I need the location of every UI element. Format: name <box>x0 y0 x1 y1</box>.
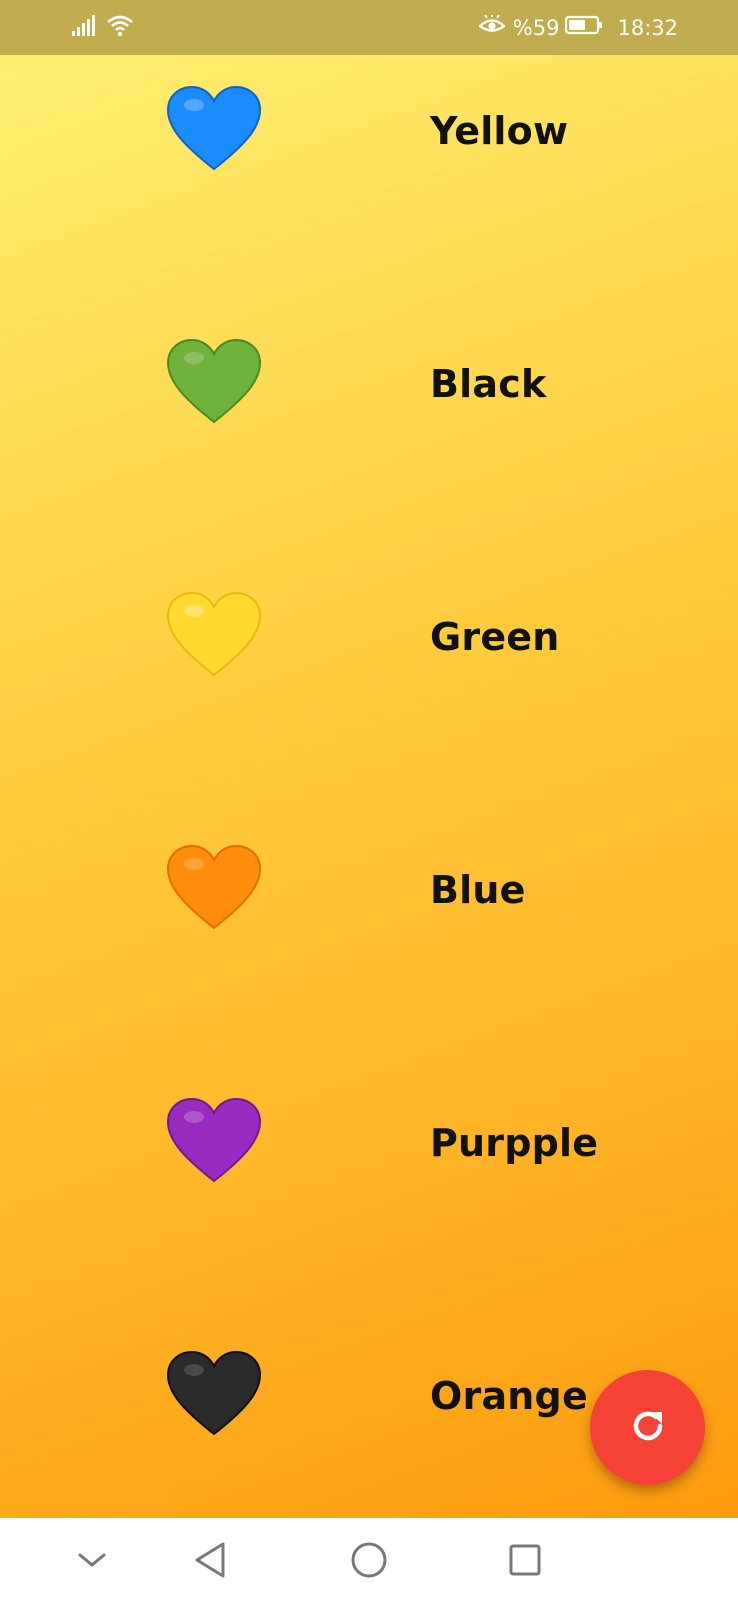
color-label: Green <box>430 615 560 659</box>
blue-heart-icon <box>166 85 262 171</box>
eye-comfort-icon <box>477 14 506 40</box>
recents-icon[interactable] <box>503 1538 547 1582</box>
color-label: Black <box>430 362 547 406</box>
orange-heart-icon <box>166 844 262 930</box>
signal-icon <box>72 14 98 41</box>
status-left <box>72 14 134 41</box>
battery-percent: %59 <box>512 15 560 40</box>
navigation-bar <box>0 1518 738 1600</box>
status-time: 18:32 <box>617 15 678 40</box>
color-row[interactable]: Black <box>0 318 738 448</box>
color-row[interactable]: Blue <box>0 824 738 954</box>
color-label: Blue <box>430 868 526 912</box>
color-row[interactable]: Purpple <box>0 1077 738 1207</box>
battery-icon <box>565 15 603 40</box>
home-icon[interactable] <box>347 1538 391 1582</box>
chevron-down-icon[interactable] <box>70 1538 114 1582</box>
color-label: Orange <box>430 1374 588 1418</box>
black-heart-icon <box>166 1350 262 1436</box>
refresh-button[interactable] <box>590 1370 705 1485</box>
yellow-heart-icon <box>166 591 262 677</box>
wifi-icon <box>106 15 134 41</box>
color-label: Yellow <box>430 109 569 153</box>
status-bar: %59 18:32 <box>0 0 738 55</box>
green-heart-icon <box>166 338 262 424</box>
color-label: Purpple <box>430 1121 599 1165</box>
color-row[interactable]: Green <box>0 571 738 701</box>
status-right: %59 18:32 <box>477 14 678 40</box>
app-screen: %59 18:32 Yellow Black Green Blue Purppl… <box>0 0 738 1600</box>
refresh-icon <box>628 1406 668 1450</box>
back-icon[interactable] <box>188 1538 232 1582</box>
color-row[interactable]: Yellow <box>0 65 738 195</box>
purple-heart-icon <box>166 1097 262 1183</box>
color-list: Yellow Black Green Blue Purpple Orange <box>0 55 738 1518</box>
